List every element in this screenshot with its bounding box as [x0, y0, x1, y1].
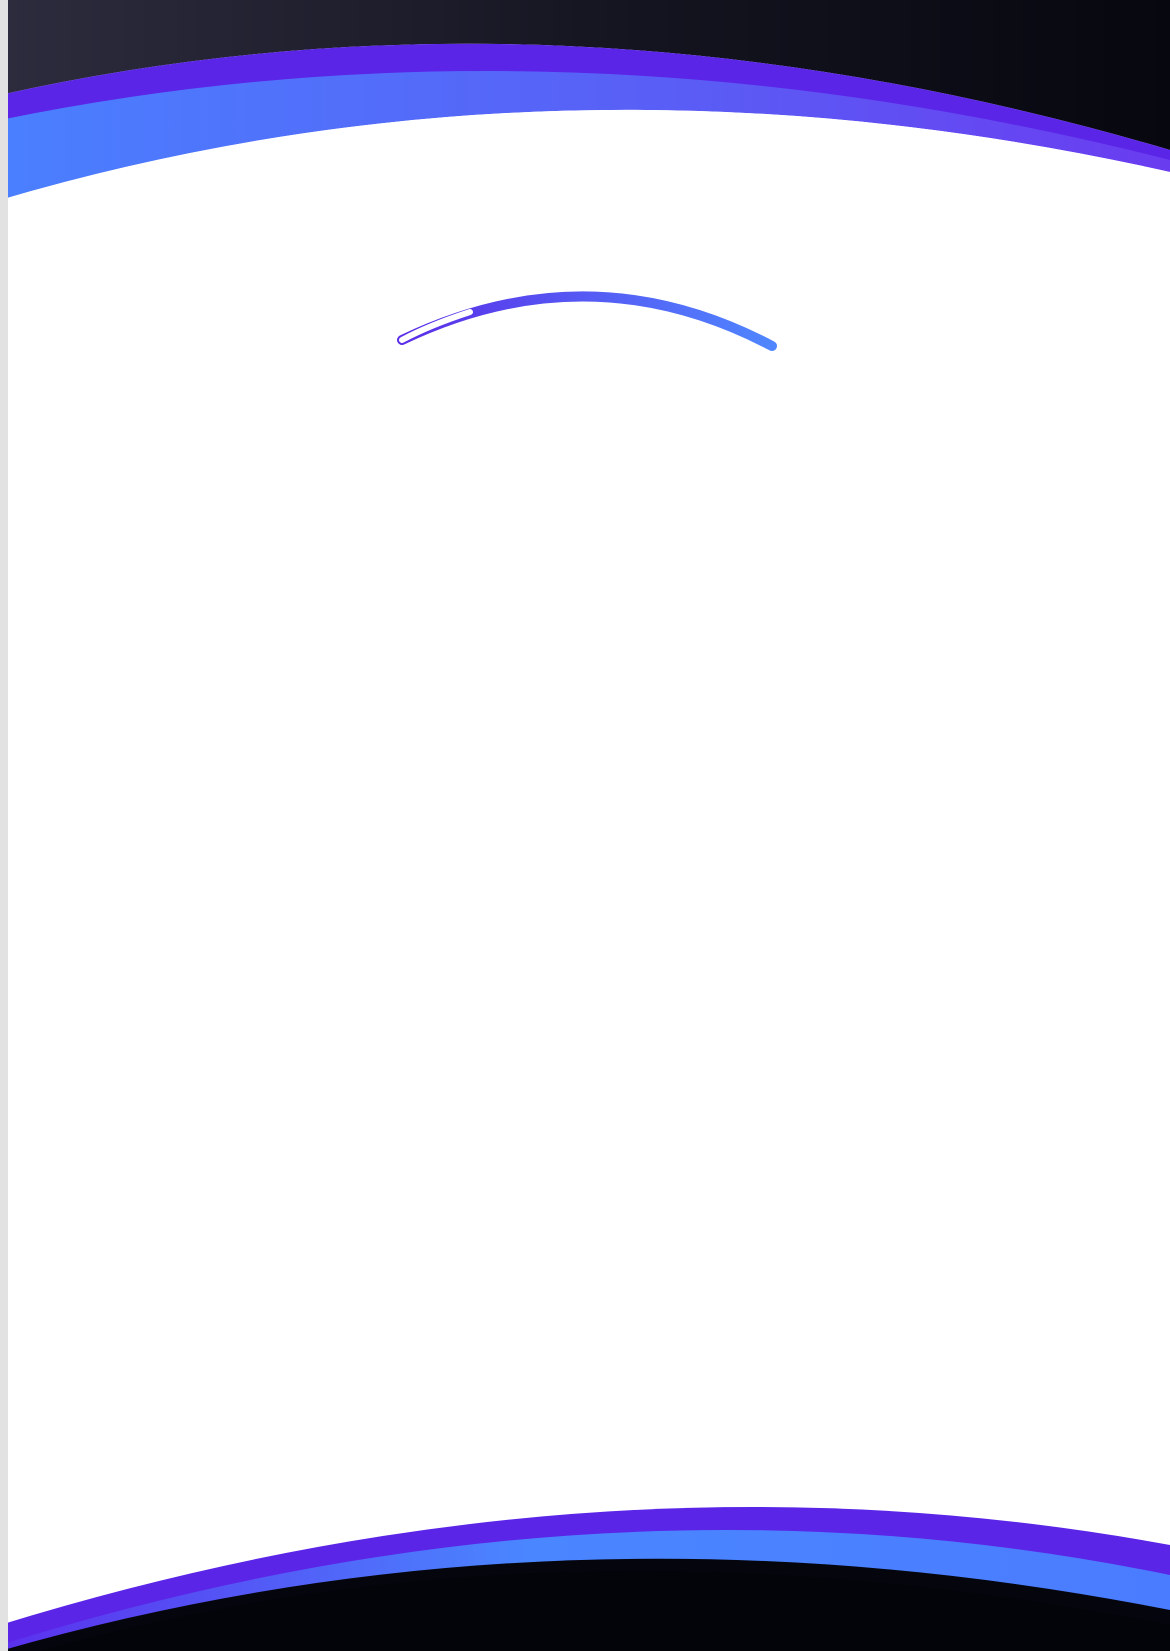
page-body — [0, 109, 1170, 1621]
left-page-edge — [0, 0, 8, 1651]
letterhead-page — [0, 0, 1170, 1651]
letterhead-artwork — [0, 0, 1170, 1651]
